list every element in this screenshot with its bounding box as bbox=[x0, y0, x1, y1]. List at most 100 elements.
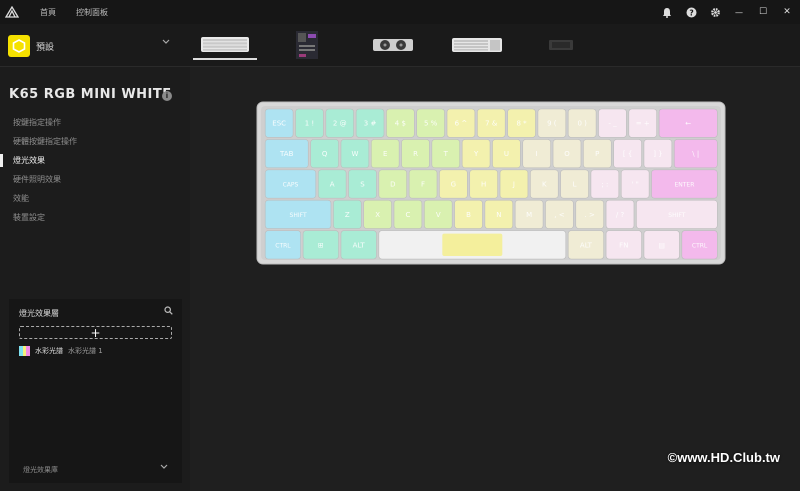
key-label: = + bbox=[636, 120, 650, 128]
lighting-layers-panel: 燈光效果層 + 水彩光譜 水彩光譜 1 燈光效果庫 bbox=[9, 299, 182, 483]
search-icon[interactable] bbox=[164, 306, 173, 318]
add-layer-button[interactable]: + bbox=[19, 326, 172, 339]
device-gpu-small[interactable] bbox=[545, 30, 577, 60]
chevron-down-icon[interactable] bbox=[160, 463, 168, 472]
key-label: CTRL bbox=[275, 242, 291, 249]
profile-name: 預設 bbox=[36, 42, 55, 53]
settings-icon[interactable] bbox=[708, 5, 722, 19]
spacebar-highlight bbox=[442, 233, 503, 256]
key-label: P bbox=[595, 150, 599, 158]
key-label: 8 * bbox=[516, 120, 527, 128]
key-label: V bbox=[436, 211, 441, 219]
key-label: , < bbox=[554, 211, 564, 219]
key-label: E bbox=[383, 150, 387, 158]
key-label: F bbox=[421, 181, 425, 189]
device-keyboard-k65[interactable] bbox=[193, 30, 257, 60]
key-label: ] } bbox=[653, 150, 662, 158]
info-icon[interactable]: i bbox=[162, 91, 172, 101]
key-label: - _ bbox=[608, 120, 617, 128]
key-label: 4 $ bbox=[395, 120, 406, 128]
key-label: ESC bbox=[272, 120, 286, 128]
key-label: ' " bbox=[631, 181, 638, 189]
bell-icon[interactable] bbox=[660, 5, 674, 19]
key-label: L bbox=[573, 181, 577, 189]
spectrum-swatch-icon bbox=[19, 346, 31, 356]
panel-title: 燈光效果層 bbox=[19, 309, 59, 318]
lighting-layer-item[interactable]: 水彩光譜 水彩光譜 1 bbox=[19, 346, 103, 356]
key-label: SHIFT bbox=[668, 212, 685, 219]
key-label: ← bbox=[685, 120, 691, 128]
device-graphics-card[interactable] bbox=[370, 30, 416, 60]
key-label: ALT bbox=[353, 241, 366, 249]
device-keyboard-full[interactable] bbox=[449, 30, 505, 60]
effects-library-label[interactable]: 燈光效果庫 bbox=[23, 465, 58, 475]
key-label: TAB bbox=[279, 150, 294, 158]
key-label: C bbox=[405, 211, 410, 219]
key-label: 3 # bbox=[364, 120, 377, 128]
sidebar-item-hardware-lighting[interactable]: 硬件照明效果 bbox=[0, 170, 190, 189]
key-label: 2 @ bbox=[333, 120, 347, 128]
key-label: 0 ) bbox=[577, 120, 587, 128]
sidebar-menu: 按鍵指定操作 硬體按鍵指定操作 燈光效果 硬件照明效果 效能 裝置設定 bbox=[0, 113, 190, 227]
key-label: ENTER bbox=[674, 182, 694, 189]
key-label: H bbox=[481, 181, 486, 189]
key-label: K bbox=[542, 181, 547, 189]
key-label: R bbox=[413, 150, 418, 158]
key-label: O bbox=[564, 150, 570, 158]
key-label: X bbox=[375, 211, 380, 219]
maximize-icon[interactable]: ☐ bbox=[756, 5, 770, 19]
key-label: 9 ( bbox=[547, 120, 557, 128]
watermark-text: ©www.HD.Club.tw bbox=[667, 450, 780, 465]
minimize-icon[interactable]: — bbox=[732, 5, 746, 19]
nav-dashboard[interactable]: 控制面板 bbox=[76, 7, 108, 18]
nav-home[interactable]: 首頁 bbox=[40, 7, 56, 18]
close-icon[interactable]: ✕ bbox=[780, 5, 794, 19]
key-label: ▤ bbox=[658, 241, 665, 249]
chevron-down-icon[interactable] bbox=[162, 38, 170, 48]
key-label: I bbox=[536, 150, 538, 158]
sidebar-item-hardware-key-assignments[interactable]: 硬體按鍵指定操作 bbox=[0, 132, 190, 151]
corsair-logo-icon bbox=[0, 0, 24, 24]
key-label: CTRL bbox=[692, 242, 708, 249]
key-label: Y bbox=[473, 150, 479, 158]
key-label: 1 ! bbox=[305, 120, 315, 128]
key-label: A bbox=[330, 181, 335, 189]
key-label: J bbox=[512, 181, 515, 189]
sidebar-item-device-settings[interactable]: 裝置設定 bbox=[0, 208, 190, 227]
profile-selector[interactable]: 預設 bbox=[8, 35, 54, 57]
keyboard-preview: ESC 1 ! 2 @3 #4 $5 % 6 ^ 7 & 8 * 9 (0 ) - _ = + ←… bbox=[256, 101, 726, 265]
key-label: / ? bbox=[616, 211, 625, 219]
key-label: B bbox=[466, 211, 471, 219]
key-label: SHIFT bbox=[290, 212, 307, 219]
key-label: ⊞ bbox=[318, 241, 324, 249]
key-label: U bbox=[504, 150, 509, 158]
key-label: . > bbox=[585, 211, 595, 219]
key-label: CAPS bbox=[283, 182, 299, 189]
key-label: M bbox=[526, 211, 532, 219]
key-label: \ | bbox=[692, 150, 699, 158]
profile-icon bbox=[8, 35, 30, 57]
key-label: ALT bbox=[580, 241, 593, 249]
layer-name: 水彩光譜 bbox=[35, 347, 63, 355]
key-label: S bbox=[360, 181, 365, 189]
svg-text:?: ? bbox=[689, 8, 693, 17]
key-label: FN bbox=[619, 241, 628, 249]
key-label: Q bbox=[322, 150, 328, 158]
key-label: T bbox=[443, 150, 449, 158]
key-label: Z bbox=[345, 211, 350, 219]
key-label: N bbox=[496, 211, 501, 219]
device-title: K65 RGB MINI WHITE bbox=[9, 87, 172, 102]
device-motherboard[interactable] bbox=[292, 30, 322, 60]
key-label: 7 & bbox=[485, 120, 498, 128]
key-label: D bbox=[390, 181, 395, 189]
help-icon[interactable]: ? bbox=[684, 5, 698, 19]
key-label: [ { bbox=[623, 150, 632, 158]
key-label: 6 ^ bbox=[455, 120, 468, 128]
key-label: 5 % bbox=[424, 120, 438, 128]
sidebar-item-performance[interactable]: 效能 bbox=[0, 189, 190, 208]
sidebar-item-key-assignments[interactable]: 按鍵指定操作 bbox=[0, 113, 190, 132]
key-label: W bbox=[351, 150, 358, 158]
layer-subname: 水彩光譜 1 bbox=[68, 347, 103, 355]
sidebar-item-lighting-effects[interactable]: 燈光效果 bbox=[0, 151, 190, 170]
title-bar: 首頁 控制面板 ? — ☐ ✕ bbox=[0, 0, 800, 24]
